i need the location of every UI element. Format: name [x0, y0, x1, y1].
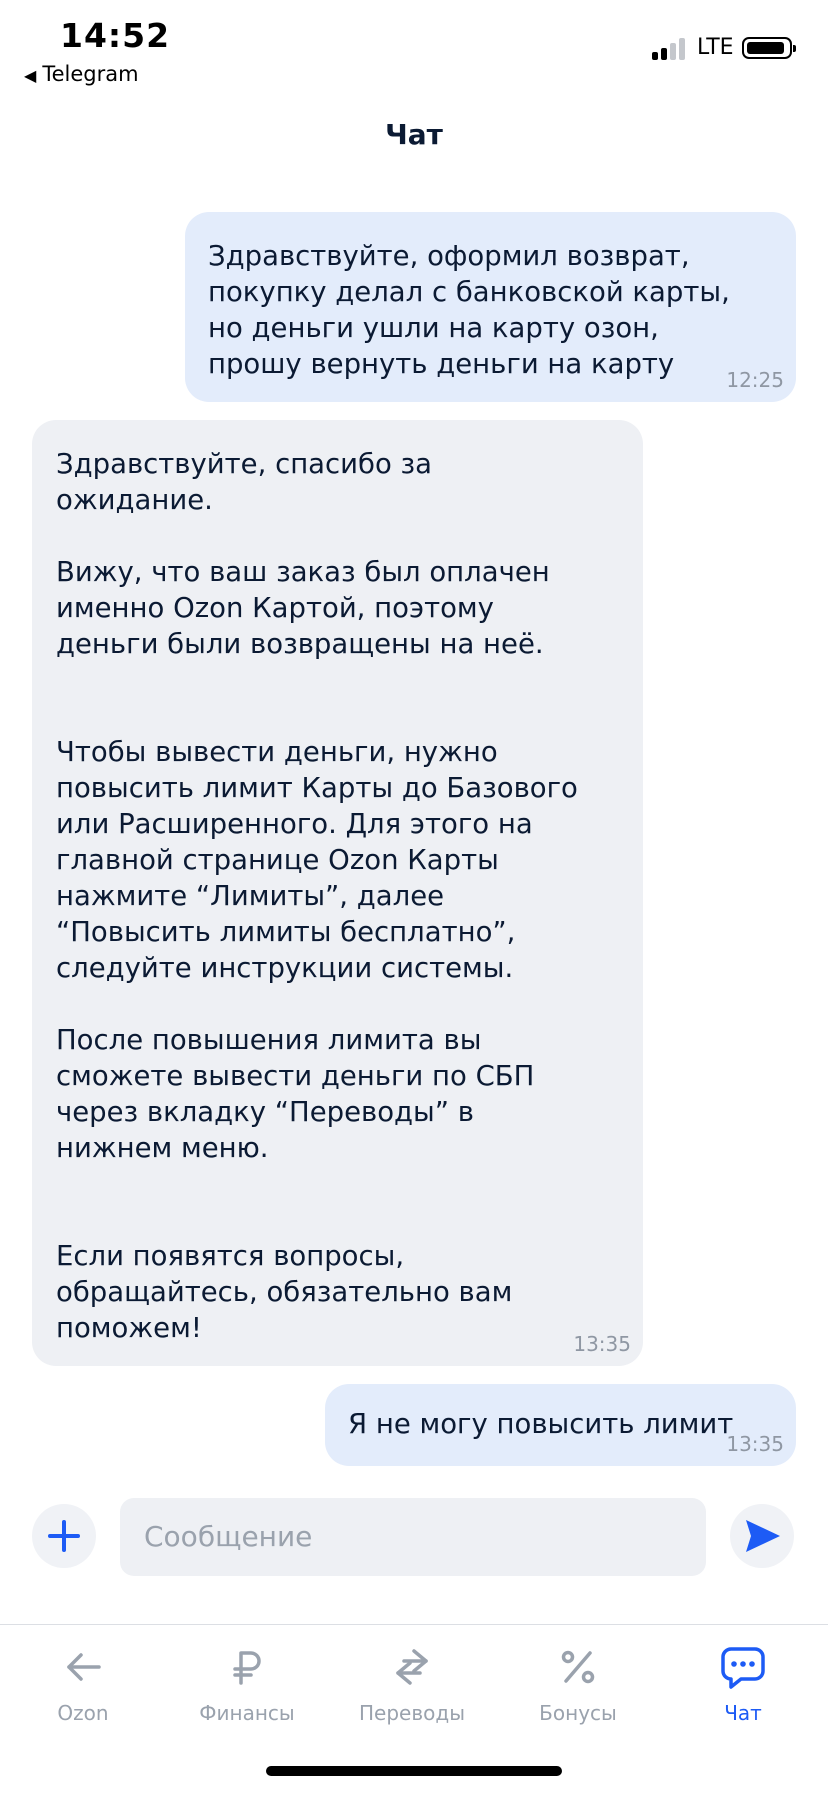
plus-icon — [48, 1520, 80, 1552]
message-outgoing[interactable]: Здравствуйте, оформил возврат, покупку д… — [185, 212, 796, 402]
tab-label: Бонусы — [539, 1701, 617, 1725]
attach-button[interactable] — [32, 1504, 96, 1568]
chat-bubble-icon — [721, 1647, 765, 1689]
transfer-arrows-icon — [396, 1649, 428, 1685]
message-text: Здравствуйте, оформил возврат, покупку д… — [208, 240, 730, 380]
message-text: Я не могу повысить лимит — [348, 1408, 734, 1440]
tab-chat[interactable]: Чат — [668, 1643, 818, 1753]
back-triangle-icon: ◀ — [24, 66, 37, 85]
home-indicator[interactable] — [266, 1766, 562, 1776]
message-incoming[interactable]: Здравствуйте, спасибо за ожидание. Вижу,… — [32, 420, 643, 1366]
tab-transfers[interactable]: Переводы — [337, 1643, 487, 1753]
arrow-left-icon — [67, 1653, 101, 1681]
message-input[interactable] — [120, 1498, 706, 1576]
back-app-label: Telegram — [42, 62, 139, 86]
tab-bonuses[interactable]: Бонусы — [503, 1643, 653, 1753]
tab-label: Ozon — [57, 1701, 109, 1725]
tab-label: Переводы — [359, 1701, 465, 1725]
cellular-signal-icon — [652, 36, 690, 60]
tab-ozon[interactable]: Ozon — [8, 1643, 158, 1753]
page-title: Чат — [385, 118, 443, 151]
tab-finance[interactable]: Финансы — [172, 1643, 322, 1753]
tab-label: Чат — [724, 1701, 762, 1725]
network-type: LTE — [697, 35, 734, 60]
tab-label: Финансы — [199, 1701, 295, 1725]
message-time: 12:25 — [726, 368, 784, 392]
status-time: 14:52 — [60, 16, 171, 55]
battery-icon — [742, 37, 796, 59]
ruble-icon — [233, 1651, 261, 1685]
message-text: Здравствуйте, спасибо за ожидание. Вижу,… — [56, 448, 578, 1344]
message-outgoing[interactable]: Я не могу повысить лимит 13:35 — [325, 1384, 796, 1466]
status-bar: 14:52 ◀ Telegram LTE — [0, 0, 828, 100]
message-time: 13:35 — [726, 1432, 784, 1456]
back-to-telegram-link[interactable]: ◀ Telegram — [24, 62, 139, 86]
send-button[interactable] — [730, 1504, 794, 1568]
message-time: 13:35 — [573, 1332, 631, 1356]
send-icon — [746, 1520, 780, 1552]
percent-icon — [561, 1650, 595, 1684]
